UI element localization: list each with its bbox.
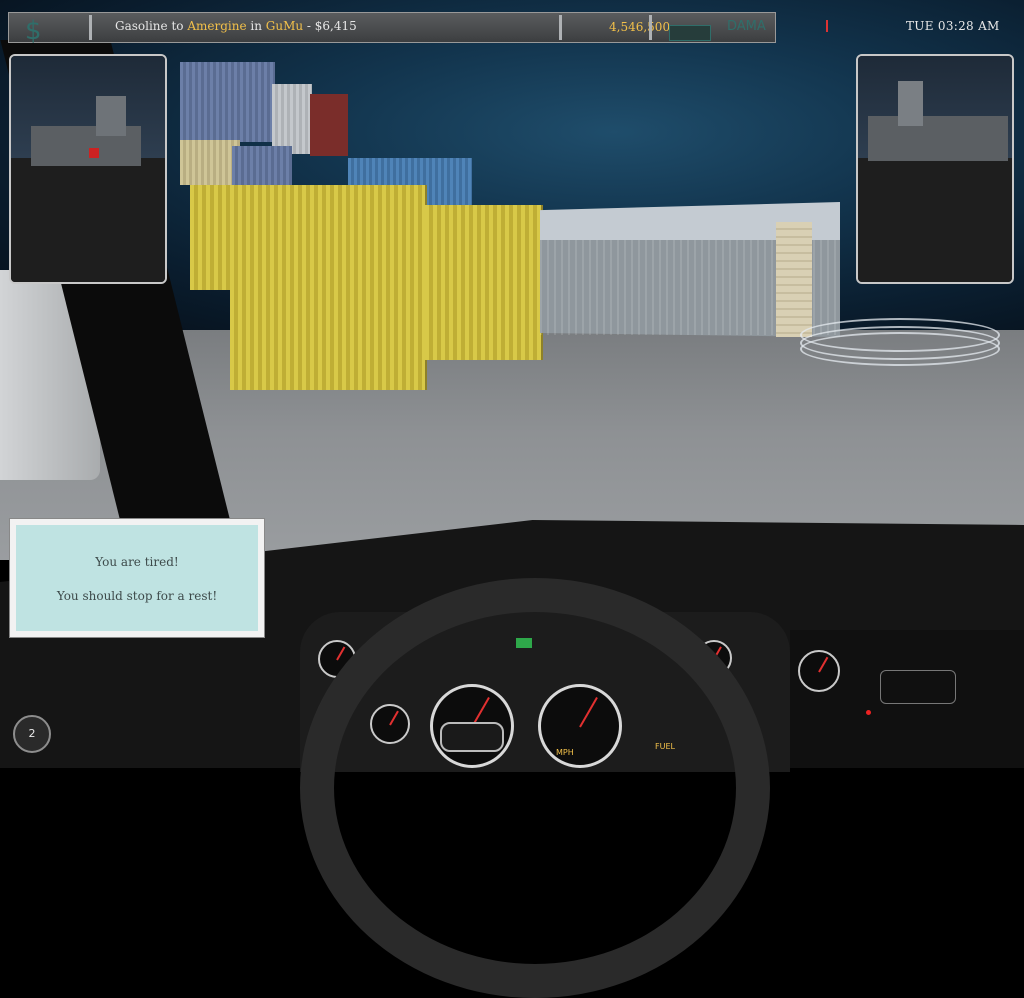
left-mirror-view [9,54,167,284]
fatigue-message-title: You are tired! [95,555,179,569]
delivery-marker [800,318,1000,366]
container-stack-red [310,94,348,156]
damage-label: DAMA [727,19,766,34]
dollar-icon: $ [25,16,42,46]
hud-divider [89,15,92,40]
hud-top-bar: $ Gasoline to Amergine in GuMu - $6,415 … [8,12,776,46]
container-stack-blue-2 [232,146,292,186]
container-stack-tan [180,140,240,185]
container-yellow-lower-side [425,282,543,360]
container-stack-yellow-lower [230,290,427,390]
hud-divider [649,15,652,40]
game-clock: TUE 03:28 AM [906,19,1000,33]
right-mirror-view [856,54,1014,284]
tach-display [880,670,956,704]
warning-light-icon [866,710,871,715]
container-stack-white [272,84,312,154]
dash-clock-icon [798,650,840,692]
money-balance: 4,546,500 [609,20,671,34]
steering-hub [440,722,504,752]
gear-indicator-badge[interactable]: 2 [13,715,51,753]
job-description: Gasoline to Amergine in GuMu - $6,415 [115,19,357,33]
fatigue-message-box: You are tired! You should stop for a res… [10,519,264,637]
hud-divider [559,15,562,40]
container-yellow-side [425,205,543,283]
truck-icon [669,25,711,41]
steering-wheel [300,578,770,998]
alert-indicator-icon [826,20,828,32]
container-stack-blue [180,62,275,142]
container-stack-yellow-upper [190,185,427,290]
fatigue-message-body: You should stop for a rest! [56,589,218,603]
